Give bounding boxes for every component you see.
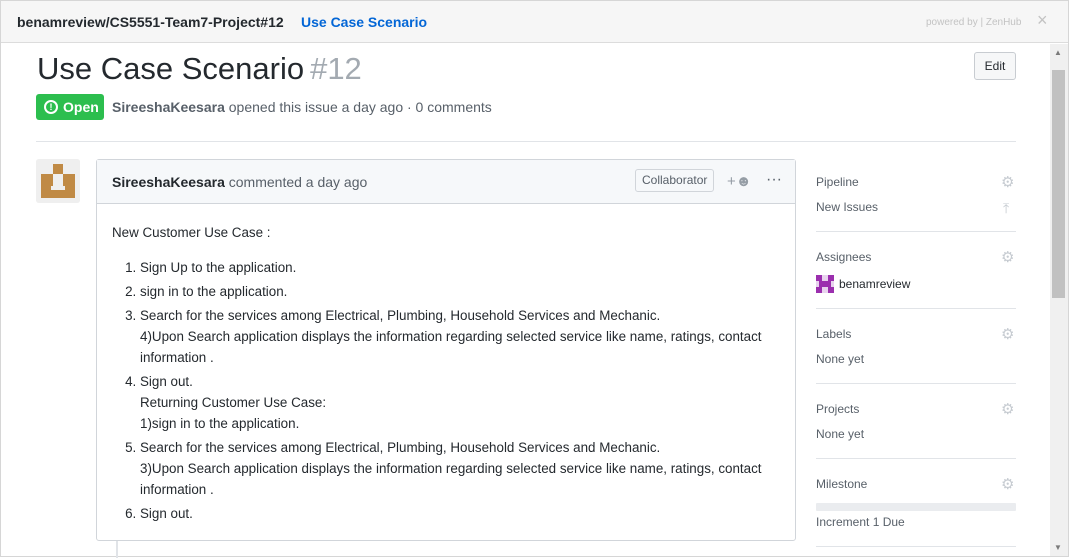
issue-title: Use Case Scenario #12: [37, 51, 362, 87]
milestone-progress-bar: [816, 503, 1016, 511]
issue-title-text: Use Case Scenario: [37, 51, 305, 86]
header-divider: [36, 141, 1016, 142]
assignee-avatar[interactable]: [816, 275, 834, 293]
comment-body: New Customer Use Case : Sign Up to the a…: [112, 222, 787, 527]
list-item: Sign out.: [140, 503, 787, 524]
comment-author-line: SireeshaKeesara commented a day ago: [112, 174, 367, 190]
gear-icon[interactable]: ⚙: [1001, 248, 1014, 266]
assignee-name[interactable]: benamreview: [839, 277, 910, 291]
scrollbar-thumb[interactable]: [1052, 70, 1065, 298]
issue-meta: SireeshaKeesara opened this issue a day …: [112, 99, 492, 115]
labels-value: None yet: [816, 352, 865, 366]
assignees-label: Assignees: [816, 250, 872, 264]
sidebar-divider: [816, 231, 1016, 232]
powered-by-zenhub: powered by | ZenHub: [926, 17, 1022, 28]
comment-author-link[interactable]: SireeshaKeesara: [112, 174, 225, 190]
comment-time[interactable]: commented a day ago: [225, 174, 368, 190]
gear-icon[interactable]: ⚙: [1001, 400, 1014, 418]
issue-meta-text: opened this issue a day ago · 0 comments: [224, 99, 492, 115]
issue-opened-icon: !: [44, 100, 58, 114]
sidebar-divider: [816, 308, 1016, 309]
milestone-label: Milestone: [816, 477, 868, 491]
sidebar-labels: Labels ⚙ None yet: [816, 325, 1016, 366]
labels-label: Labels: [816, 327, 852, 341]
issue-title-link[interactable]: Use Case Scenario: [301, 14, 427, 30]
author-avatar-image: [36, 159, 80, 203]
list-item: Search for the services among Electrical…: [140, 305, 787, 368]
use-case-list: Sign Up to the application. sign in to t…: [112, 257, 787, 524]
comment-header: SireeshaKeesara commented a day ago Coll…: [97, 160, 795, 204]
list-item: Sign out.Returning Customer Use Case:1)s…: [140, 371, 787, 434]
close-icon[interactable]: ×: [1037, 11, 1048, 29]
milestone-value[interactable]: Increment 1 Due: [816, 515, 905, 529]
scroll-up-arrow-icon[interactable]: ▲: [1054, 48, 1062, 57]
sidebar-divider: [816, 458, 1016, 459]
edit-button[interactable]: Edit: [974, 52, 1016, 80]
gear-icon[interactable]: ⚙: [1001, 325, 1014, 343]
issue-modal: benamreview/CS5551-Team7-Project#12 Use …: [0, 0, 1069, 558]
projects-value: None yet: [816, 427, 865, 441]
timeline-line: [116, 541, 118, 558]
gear-icon[interactable]: ⚙: [1001, 475, 1014, 493]
gear-icon[interactable]: ⚙: [1001, 173, 1014, 191]
more-options-icon[interactable]: ···: [766, 171, 782, 189]
smiley-icon[interactable]: +☻: [727, 173, 752, 190]
sidebar-divider: [816, 383, 1016, 384]
sidebar-pipeline: Pipeline ⚙ New Issues ⤒: [816, 173, 1016, 216]
sidebar-projects: Projects ⚙ None yet: [816, 400, 1016, 441]
pipeline-label: Pipeline: [816, 175, 859, 189]
sidebar-assignees: Assignees ⚙ benamreview: [816, 248, 1016, 293]
status-badge: ! Open: [36, 94, 104, 120]
list-item: Search for the services among Electrical…: [140, 437, 787, 500]
author-link[interactable]: SireeshaKeesara: [112, 99, 225, 115]
collaborator-badge: Collaborator: [635, 169, 715, 192]
scroll-down-arrow-icon[interactable]: ▼: [1054, 543, 1062, 552]
status-label: Open: [63, 99, 99, 115]
move-to-top-icon[interactable]: ⤒: [1003, 200, 1009, 217]
repo-link[interactable]: benamreview/CS5551-Team7-Project#12: [17, 14, 284, 30]
comment-intro: New Customer Use Case :: [112, 225, 271, 240]
projects-label: Projects: [816, 402, 860, 416]
issue-comment: SireeshaKeesara commented a day ago Coll…: [96, 159, 796, 541]
list-item: sign in to the application.: [140, 281, 787, 302]
avatar[interactable]: [36, 159, 80, 203]
issue-number: #12: [310, 51, 362, 86]
sidebar-divider: [816, 546, 1016, 547]
list-item: Sign Up to the application.: [140, 257, 787, 278]
sidebar-milestone: Milestone ⚙ Increment 1 Due: [816, 475, 1016, 529]
modal-header: benamreview/CS5551-Team7-Project#12 Use …: [1, 1, 1068, 43]
pipeline-value[interactable]: New Issues: [816, 200, 878, 214]
